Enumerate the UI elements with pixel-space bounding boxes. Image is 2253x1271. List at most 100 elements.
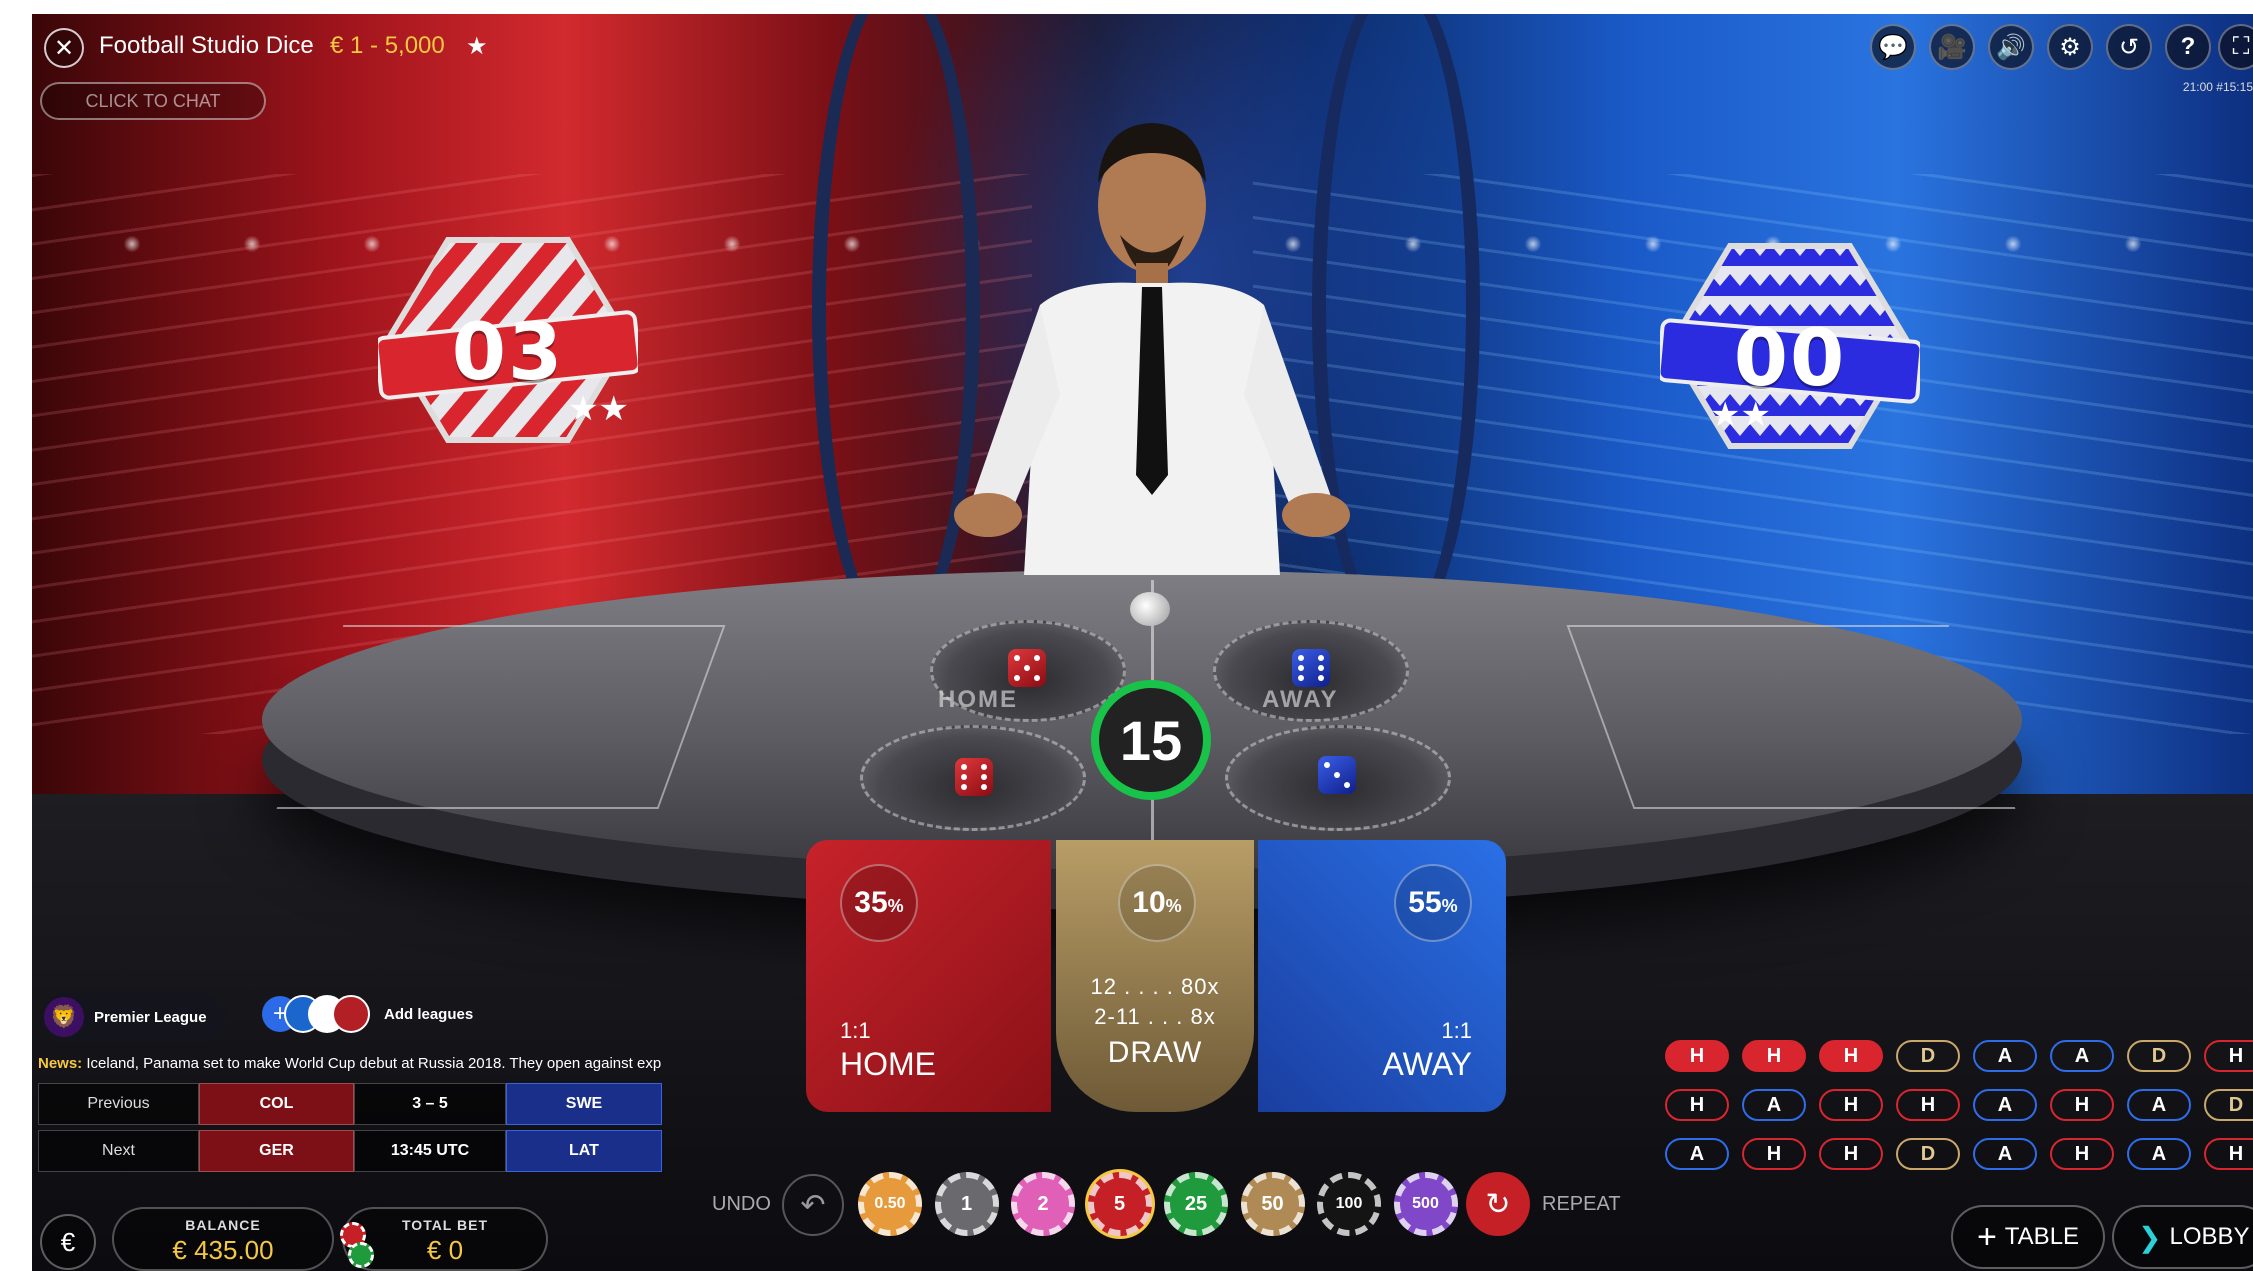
add-leagues-label: Add leagues (384, 1005, 474, 1023)
roadmap-result: A (2127, 1089, 2191, 1121)
balance-value: € 435.00 (172, 1235, 274, 1265)
help-icon[interactable]: ? (2165, 24, 2211, 70)
game-title: Football Studio Dice (99, 32, 314, 59)
undo-label: UNDO (712, 1193, 771, 1215)
add-leagues-button[interactable]: + Add leagues (262, 995, 473, 1033)
chip-25[interactable]: 25 (1164, 1172, 1228, 1236)
previous-fixture-row: Previous COL 3 – 5 SWE (38, 1083, 662, 1127)
red-die-icon (1008, 649, 1046, 687)
repeat-icon: ↻ (1485, 1187, 1511, 1221)
currency-button[interactable]: € (40, 1214, 96, 1270)
away-score: 00 (1733, 314, 1847, 404)
repeat-label: REPEAT (1542, 1193, 1621, 1215)
home-bet-label: HOME (840, 1046, 936, 1082)
news-ticker: News: Iceland, Panama set to make World … (38, 1055, 678, 1072)
chip-100[interactable]: 100 (1317, 1172, 1381, 1236)
home-score: 03 (451, 308, 565, 398)
roadmap-result: H (1896, 1089, 1960, 1121)
home-payout: 1:1 (840, 1018, 871, 1043)
roadmap-result: H (1819, 1089, 1883, 1121)
roadmap-result: H (2204, 1040, 2253, 1072)
roadmap-result: D (2127, 1040, 2191, 1072)
league-selector[interactable]: 🦁 Premier League (40, 993, 226, 1041)
roadmap-result: D (1896, 1138, 1960, 1170)
away-well-label: AWAY (1262, 686, 1339, 713)
home-well-label: HOME (938, 686, 1018, 713)
chip-stack-icon (348, 1242, 374, 1268)
chip-5[interactable]: 5 (1087, 1172, 1152, 1236)
roadmap-result: H (1819, 1138, 1883, 1170)
lobby-button-label: LOBBY (2169, 1223, 2250, 1250)
close-button[interactable]: ✕ (44, 28, 84, 68)
settings-icon[interactable]: ⚙ (2047, 24, 2093, 70)
news-text: Iceland, Panama set to make World Cup de… (86, 1055, 662, 1072)
clock-text: 21:00 #15:15 (2182, 80, 2253, 94)
dealer (930, 95, 1350, 595)
bet-spot-home[interactable]: 35% 1:1 HOME (806, 840, 1051, 1112)
draw-odds-high: 12 . . . . 80x (1090, 974, 1220, 999)
total-bet-display: TOTAL BET € 0 (342, 1207, 548, 1271)
league-badge-icon (332, 995, 370, 1033)
league-name: Premier League (94, 1008, 207, 1026)
fixture-away-team: SWE (506, 1083, 662, 1125)
lobby-icon: ❯ (2138, 1221, 2162, 1253)
add-table-button[interactable]: + TABLE (1951, 1205, 2105, 1269)
pitch-box-left (276, 625, 726, 809)
roadmap-result: H (2050, 1089, 2114, 1121)
premier-league-logo-icon: 🦁 (44, 997, 84, 1037)
pitch-box-right (1566, 625, 2016, 809)
roadmap-result: A (1973, 1138, 2037, 1170)
home-dice-well-bottom (860, 725, 1086, 831)
pin-icon[interactable]: ★ (466, 32, 488, 61)
countdown-timer: 15 (1091, 680, 1211, 800)
football-icon (1130, 592, 1170, 626)
draw-bet-label: DRAW (1107, 1036, 1203, 1069)
roadmap-result: A (2127, 1138, 2191, 1170)
fixture-home-team: GER (199, 1130, 354, 1172)
fixture-score: 3 – 5 (354, 1083, 506, 1125)
chip-1[interactable]: 1 (934, 1172, 999, 1236)
chip-500[interactable]: 500 (1393, 1172, 1458, 1236)
camera-icon[interactable]: 🎥 (1929, 24, 1975, 70)
roadmap-result: A (1973, 1040, 2037, 1072)
table-button-label: TABLE (2004, 1223, 2080, 1250)
chip-2[interactable]: 2 (1011, 1172, 1075, 1236)
blue-die-icon (1292, 649, 1330, 687)
repeat-button[interactable]: ↻ (1466, 1172, 1530, 1236)
away-bet-label: AWAY (1382, 1046, 1472, 1082)
news-prefix: News: (38, 1055, 83, 1072)
chip-50[interactable]: 50 (1240, 1172, 1305, 1236)
chat-button[interactable]: CLICK TO CHAT (40, 82, 266, 120)
away-score-plate: ★★ 00 (1656, 236, 1924, 456)
undo-icon: ↶ (800, 1188, 826, 1222)
roadmap-result: H (1665, 1089, 1729, 1121)
euro-icon: € (60, 1226, 76, 1257)
undo-button[interactable]: ↶ (782, 1174, 844, 1236)
roadmap-result: A (2050, 1040, 2114, 1072)
home-score-plate: ★★ 03 (374, 230, 642, 450)
lobby-button[interactable]: ❯ LOBBY (2112, 1205, 2253, 1269)
home-percentage: 35% (840, 864, 918, 942)
volume-icon[interactable]: 🔊 (1988, 24, 2034, 70)
fixture-time: 13:45 UTC (354, 1130, 506, 1172)
blue-die-icon (1318, 756, 1356, 794)
bet-spot-draw[interactable]: 10% 12 . . . . 80x 2-11 . . . 8x DRAW (1056, 840, 1254, 1112)
roadmap-result: H (2050, 1138, 2114, 1170)
roadmap-result: D (2204, 1089, 2253, 1121)
chip-0-50[interactable]: 0.50 (858, 1172, 922, 1236)
history-icon[interactable]: ↺ (2106, 24, 2152, 70)
draw-percentage: 10% (1118, 864, 1196, 942)
roadmap-result: H (1742, 1138, 1806, 1170)
roadmap-result: H (1665, 1040, 1729, 1072)
bet-spot-away[interactable]: 55% 1:1 AWAY (1258, 840, 1506, 1112)
close-icon: ✕ (53, 34, 75, 62)
fixture-home-team: COL (199, 1083, 354, 1125)
bet-limits[interactable]: € 1 - 5,000 (330, 32, 445, 60)
balance-label: BALANCE (185, 1217, 261, 1233)
away-percentage: 55% (1394, 864, 1472, 942)
roadmap-result: A (1973, 1089, 2037, 1121)
fixture-label: Previous (38, 1083, 199, 1125)
chat-icon[interactable]: 💬 (1870, 24, 1916, 70)
roadmap-result: A (1665, 1138, 1729, 1170)
red-die-icon (955, 758, 993, 796)
